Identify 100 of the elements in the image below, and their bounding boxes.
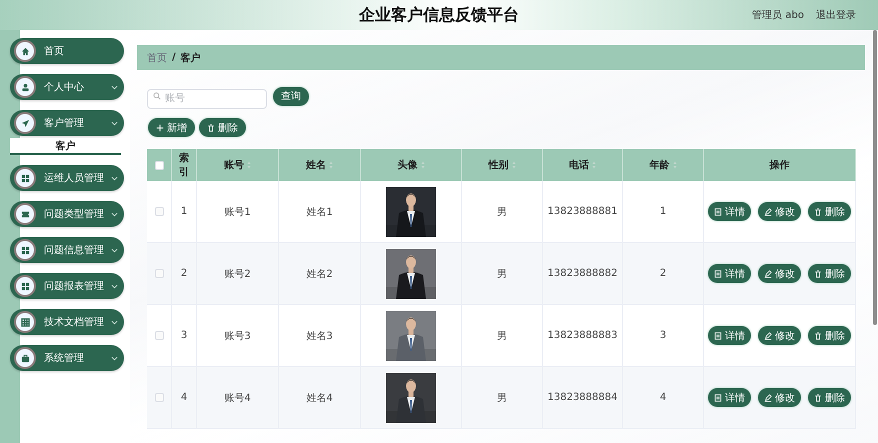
search-field[interactable]: 账号 [147,88,267,108]
table-cell-text: 账号2 [224,268,251,280]
document-icon [714,332,722,340]
sidebar-menu-item[interactable]: 问题类型管理 [10,201,124,227]
sort-icon[interactable] [247,161,251,169]
table-cell-text: 男 [497,392,507,404]
sidebar-menu-item[interactable]: 系统管理 [10,345,124,371]
table-cell-text: 男 [497,330,507,342]
sort-icon[interactable] [329,161,333,169]
delete-button[interactable]: 删除 [199,118,246,137]
ticket-icon [20,210,30,218]
column-header: 操作 [770,158,790,172]
trash-icon [207,124,215,132]
sidebar-menu-item[interactable]: 运维人员管理 [10,165,124,191]
row-checkbox[interactable] [154,207,164,216]
detail-button[interactable]: 详情 [708,326,751,345]
plus-icon [156,124,164,132]
briefcase-icon [20,354,30,362]
grid-icon [20,246,30,254]
pencil-icon [764,270,772,278]
column-header: 年龄 [650,158,670,172]
document-icon [714,270,722,278]
trash-icon [814,270,822,278]
row-checkbox[interactable] [154,269,164,278]
delete-button[interactable]: 删除 [808,326,851,345]
delete-button[interactable]: 删除 [808,264,851,283]
user-icon [20,82,30,92]
chevron-down-icon [111,356,118,360]
chevron-down-icon [111,248,118,252]
home-icon [20,46,30,56]
trash-icon [814,208,822,216]
delete-button[interactable]: 删除 [808,388,851,407]
table-cell-text: 姓名2 [306,268,333,280]
detail-button[interactable]: 详情 [708,202,751,221]
sidebar-menu-item[interactable]: 个人中心 [10,74,124,100]
chevron-down-icon [111,284,118,288]
delete-button[interactable]: 删除 [808,202,851,221]
chevron-down-icon [111,320,118,324]
row-checkbox[interactable] [154,393,164,402]
table-cell-text: 姓名4 [306,392,333,404]
chevron-down-icon [111,120,118,126]
sidebar-menu-item[interactable]: 问题信息管理 [10,237,124,263]
table-cell: 1 [660,206,666,217]
scrollbar[interactable] [873,30,877,325]
search-icon [153,92,161,100]
column-header: 索引 [178,152,190,179]
table-cell-text: 姓名3 [306,330,333,342]
detail-button[interactable]: 详情 [708,264,751,283]
table-cell: 2 [660,268,666,279]
chevron-down-icon [111,84,118,90]
table-cell-text: 男 [497,206,507,218]
table-cell-text: 姓名1 [306,206,333,218]
paper-plane-icon [20,118,30,128]
table-cell: 3 [660,330,666,341]
document-icon [714,208,722,216]
sort-icon[interactable] [592,161,596,169]
query-button[interactable]: 查询 [273,86,309,106]
breadcrumb-current: 客户 [180,51,201,64]
pencil-icon [764,332,772,340]
table-cell: 13823888883 [548,330,618,341]
table-cell-text: 账号1 [224,206,251,218]
chevron-down-icon [111,176,118,180]
pencil-icon [764,394,772,402]
sidebar-menu-item[interactable]: 问题报表管理 [10,273,124,299]
table-cell-text: 账号3 [224,330,251,342]
table-cell: 3 [180,330,188,341]
table-icon [20,318,30,326]
sidebar-menu-item[interactable]: 客户管理 [10,110,124,136]
trash-icon [814,394,822,402]
grid-icon [20,174,30,182]
column-header: 电话 [569,158,589,172]
pencil-icon [764,208,772,216]
user-name: 管理员 abo [752,9,804,22]
table-cell: 13823888884 [548,392,618,403]
sidebar-submenu-item[interactable]: 客户 [10,138,121,155]
edit-button[interactable]: 修改 [758,326,801,345]
table-cell: 4 [660,392,666,403]
detail-button[interactable]: 详情 [708,388,751,407]
column-header: 性别 [488,158,508,172]
sort-icon[interactable] [672,161,676,169]
table-cell: 13823888882 [548,268,618,279]
app-title: 企业客户信息反馈平台 [359,4,519,26]
sidebar-menu-item[interactable]: 技术文档管理 [10,309,124,335]
trash-icon [814,332,822,340]
table-cell: 4 [180,392,188,403]
select-all-checkbox[interactable] [154,160,164,170]
row-checkbox[interactable] [154,331,164,340]
table-cell-text: 男 [497,268,507,280]
sort-icon[interactable] [512,161,516,169]
edit-button[interactable]: 修改 [758,264,801,283]
grid-icon [20,282,30,290]
logout-link[interactable]: 退出登录 [816,8,856,22]
column-header: 头像 [398,158,418,172]
sidebar-menu-item[interactable]: 首页 [10,38,124,64]
chevron-down-icon [111,212,118,216]
table-cell: 13823888881 [548,206,618,217]
edit-button[interactable]: 修改 [758,388,801,407]
add-button[interactable]: 新增 [148,118,195,137]
edit-button[interactable]: 修改 [758,202,801,221]
sort-icon[interactable] [420,161,424,169]
